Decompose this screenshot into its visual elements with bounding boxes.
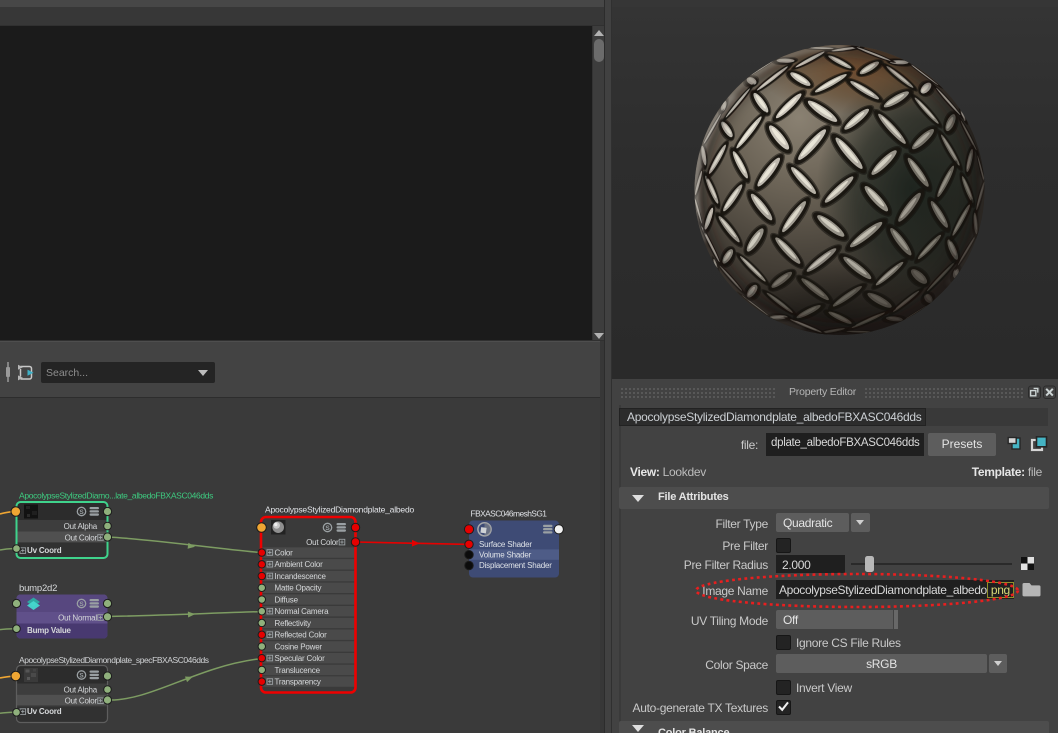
svg-text:Uv Coord: Uv Coord — [27, 707, 62, 716]
svg-text:bump2d2: bump2d2 — [19, 583, 57, 594]
svg-text:S: S — [79, 673, 84, 680]
svg-text:S: S — [325, 525, 330, 532]
svg-text:Cosine Power: Cosine Power — [275, 642, 323, 651]
svg-text:S: S — [79, 509, 84, 516]
svg-text:Reflectivity: Reflectivity — [275, 619, 311, 628]
svg-text:Translucence: Translucence — [275, 666, 321, 675]
svg-text:FBXASC046meshSG1: FBXASC046meshSG1 — [471, 509, 548, 519]
svg-text:Out Color: Out Color — [65, 533, 98, 542]
svg-text:Specular Color: Specular Color — [275, 654, 326, 663]
svg-text:ApocolypseStylizedDiamondplate: ApocolypseStylizedDiamondplate_specFBXAS… — [19, 655, 209, 665]
svg-text:Incandescence: Incandescence — [275, 572, 327, 581]
svg-text:ApocolypseStylizedDiamo...late: ApocolypseStylizedDiamo...late_albedoFBX… — [19, 491, 213, 501]
svg-text:Diffuse: Diffuse — [275, 595, 299, 604]
svg-text:Out Alpha: Out Alpha — [64, 686, 98, 695]
svg-text:Out Color: Out Color — [306, 538, 339, 547]
svg-text:Surface Shader: Surface Shader — [479, 540, 532, 549]
svg-text:Displacement Shader: Displacement Shader — [479, 561, 552, 570]
svg-text:S: S — [79, 601, 84, 608]
svg-text:Reflected Color: Reflected Color — [275, 631, 328, 640]
svg-text:Uv Coord: Uv Coord — [27, 546, 62, 555]
svg-text:Normal Camera: Normal Camera — [275, 607, 330, 616]
svg-text:ApocolypseStylizedDiamondplate: ApocolypseStylizedDiamondplate_albedo — [265, 505, 414, 515]
svg-text:Bump Value: Bump Value — [27, 626, 72, 635]
svg-text:Transparency: Transparency — [275, 678, 321, 687]
svg-text:Matte Opacity: Matte Opacity — [275, 584, 322, 593]
svg-text:Color: Color — [275, 549, 294, 558]
svg-text:Out Color: Out Color — [65, 697, 98, 706]
svg-text:Ambient Color: Ambient Color — [275, 560, 324, 569]
svg-text:Out Normal: Out Normal — [58, 613, 97, 622]
svg-text:Out Alpha: Out Alpha — [64, 522, 98, 531]
svg-text:Volume Shader: Volume Shader — [479, 551, 532, 560]
